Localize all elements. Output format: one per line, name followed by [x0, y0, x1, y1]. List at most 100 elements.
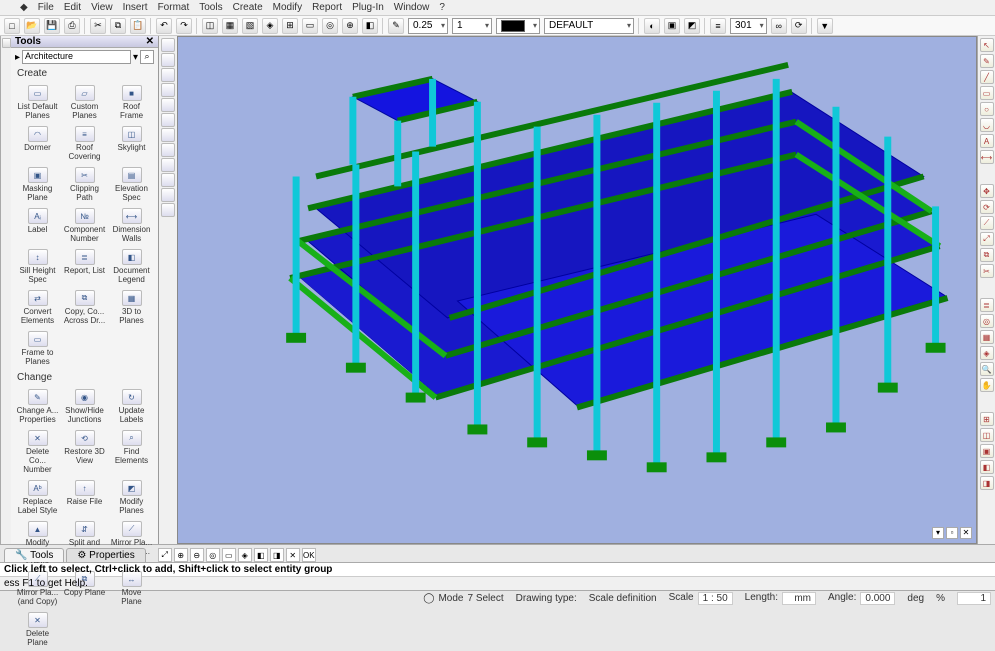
- menu-insert[interactable]: Insert: [123, 2, 148, 13]
- tool-sill-height-spec[interactable]: ↕Sill Height Spec: [15, 247, 60, 286]
- undo-icon[interactable]: ↶: [156, 18, 172, 34]
- menu-format[interactable]: Format: [158, 2, 190, 13]
- tool-elevation-spec[interactable]: ▤Elevation Spec: [109, 165, 154, 204]
- tb-a[interactable]: ◫: [202, 18, 218, 34]
- tool-masking-plane[interactable]: ▣Masking Plane: [15, 165, 60, 204]
- link-icon[interactable]: ∞: [771, 18, 787, 34]
- rtool-rotate-icon[interactable]: ⟳: [980, 200, 994, 214]
- tool-component-number[interactable]: №Component Number: [62, 206, 107, 245]
- vp-close-icon[interactable]: ✕: [960, 527, 972, 539]
- tool-dimension-walls[interactable]: ⟷Dimension Walls: [109, 206, 154, 245]
- color-combo[interactable]: [496, 18, 540, 34]
- tool-show-hide-junctions[interactable]: ◉Show/Hide Junctions: [62, 387, 107, 426]
- tool-update-labels[interactable]: ↻Update Labels: [109, 387, 154, 426]
- menu-help[interactable]: ?: [439, 2, 445, 13]
- ltool-7[interactable]: [161, 128, 175, 142]
- search-icon[interactable]: ⌕: [140, 50, 154, 64]
- tb-h[interactable]: ⊕: [342, 18, 358, 34]
- tab-tools[interactable]: 🔧 Tools: [4, 548, 64, 562]
- tool-custom-planes[interactable]: ▱Custom Planes: [62, 83, 107, 122]
- rtool-dim-icon[interactable]: ⟷: [980, 150, 994, 164]
- tb-b[interactable]: ▦: [222, 18, 238, 34]
- redo-icon[interactable]: ↷: [176, 18, 192, 34]
- tb-g[interactable]: ◎: [322, 18, 338, 34]
- tb-j[interactable]: ◐: [644, 18, 660, 34]
- vp-min-icon[interactable]: ▾: [932, 527, 944, 539]
- rtool-x5-icon[interactable]: ◨: [980, 476, 994, 490]
- rtool-mirror-icon[interactable]: ⟋: [980, 216, 994, 230]
- tb-e[interactable]: ⊞: [282, 18, 298, 34]
- vb-zoomout-icon[interactable]: ⊖: [190, 548, 204, 562]
- print-icon[interactable]: ⎙: [64, 18, 80, 34]
- rtool-rect-icon[interactable]: ▭: [980, 86, 994, 100]
- rtool-x2-icon[interactable]: ◫: [980, 428, 994, 442]
- tool-label[interactable]: AᵢLabel: [15, 206, 60, 245]
- menu-window[interactable]: Window: [394, 2, 430, 13]
- tool-dormer[interactable]: ◠Dormer: [15, 124, 60, 163]
- vb-x-icon[interactable]: ✕: [286, 548, 300, 562]
- rtool-circle-icon[interactable]: ○: [980, 102, 994, 116]
- save-icon[interactable]: 💾: [44, 18, 60, 34]
- ltool-6[interactable]: [161, 113, 175, 127]
- ltool-4[interactable]: [161, 83, 175, 97]
- rtool-x3-icon[interactable]: ▣: [980, 444, 994, 458]
- dropdown-icon[interactable]: ▾: [133, 52, 138, 63]
- line-style-combo[interactable]: 1: [452, 18, 492, 34]
- ltool-3[interactable]: [161, 68, 175, 82]
- rtool-trim-icon[interactable]: ✂: [980, 264, 994, 278]
- vb-home-icon[interactable]: ⤢: [158, 548, 172, 562]
- menu-plugin[interactable]: Plug-In: [352, 2, 384, 13]
- tb-d[interactable]: ◈: [262, 18, 278, 34]
- rtool-arrow-icon[interactable]: ↖: [980, 38, 994, 52]
- rtool-view-icon[interactable]: ◈: [980, 346, 994, 360]
- vb-rect-icon[interactable]: ▭: [222, 548, 236, 562]
- filter-icon[interactable]: ▼: [817, 18, 833, 34]
- rtool-layer-icon[interactable]: ≣: [980, 298, 994, 312]
- tool-clipping-path[interactable]: ✂Clipping Path: [62, 165, 107, 204]
- tool-find-elements[interactable]: ⌕Find Elements: [109, 428, 154, 476]
- menu-create[interactable]: Create: [233, 2, 263, 13]
- vb-r-icon[interactable]: ◨: [270, 548, 284, 562]
- new-icon[interactable]: □: [4, 18, 20, 34]
- vp-max-icon[interactable]: ▫: [946, 527, 958, 539]
- menu-file[interactable]: File: [38, 2, 54, 13]
- vb-ok[interactable]: OK: [302, 548, 316, 562]
- ltool-10[interactable]: [161, 173, 175, 187]
- tool-report-list[interactable]: ≣Report, List: [62, 247, 107, 286]
- tool-convert-elements[interactable]: ⇄Convert Elements: [15, 288, 60, 327]
- tool-raise-file[interactable]: ↑Raise File: [62, 478, 107, 517]
- ltool-12[interactable]: [161, 203, 175, 217]
- category-combo[interactable]: Architecture: [22, 50, 131, 64]
- tool-list-default-planes[interactable]: ▭List Default Planes: [15, 83, 60, 122]
- rtool-scale-icon[interactable]: ⤢: [980, 232, 994, 246]
- copy-icon[interactable]: ⧉: [110, 18, 126, 34]
- pen-icon[interactable]: ✎: [388, 18, 404, 34]
- tb-m[interactable]: ≡: [710, 18, 726, 34]
- tool-modify-planes[interactable]: ◩Modify Planes: [109, 478, 154, 517]
- rtool-snap-icon[interactable]: ◎: [980, 314, 994, 328]
- rtool-move-icon[interactable]: ✥: [980, 184, 994, 198]
- tool-change-a-properties[interactable]: ✎Change A... Properties: [15, 387, 60, 426]
- ltool-9[interactable]: [161, 158, 175, 172]
- ltool-2[interactable]: [161, 53, 175, 67]
- edge-btn[interactable]: [2, 38, 11, 48]
- rtool-pan-icon[interactable]: ✋: [980, 378, 994, 392]
- menu-edit[interactable]: Edit: [64, 2, 81, 13]
- vb-fit-icon[interactable]: ◎: [206, 548, 220, 562]
- vb-l-icon[interactable]: ◧: [254, 548, 268, 562]
- tool-delete-co-number[interactable]: ✕Delete Co... Number: [15, 428, 60, 476]
- rtool-zoom-icon[interactable]: 🔍: [980, 362, 994, 376]
- line-thickness-combo[interactable]: 0.25: [408, 18, 448, 34]
- ltool-1[interactable]: [161, 38, 175, 52]
- tool-document-legend[interactable]: ◧Document Legend: [109, 247, 154, 286]
- menu-report[interactable]: Report: [312, 2, 342, 13]
- tb-l[interactable]: ◩: [684, 18, 700, 34]
- menu-modify[interactable]: Modify: [273, 2, 302, 13]
- vb-iso-icon[interactable]: ◈: [238, 548, 252, 562]
- tb-i[interactable]: ◧: [362, 18, 378, 34]
- tool-frame-to-planes[interactable]: ▭Frame to Planes: [15, 329, 60, 368]
- tool-roof-frame[interactable]: ■Roof Frame: [109, 83, 154, 122]
- menu-view[interactable]: View: [91, 2, 113, 13]
- rtool-line-icon[interactable]: ╱: [980, 70, 994, 84]
- rtool-copy-icon[interactable]: ⧉: [980, 248, 994, 262]
